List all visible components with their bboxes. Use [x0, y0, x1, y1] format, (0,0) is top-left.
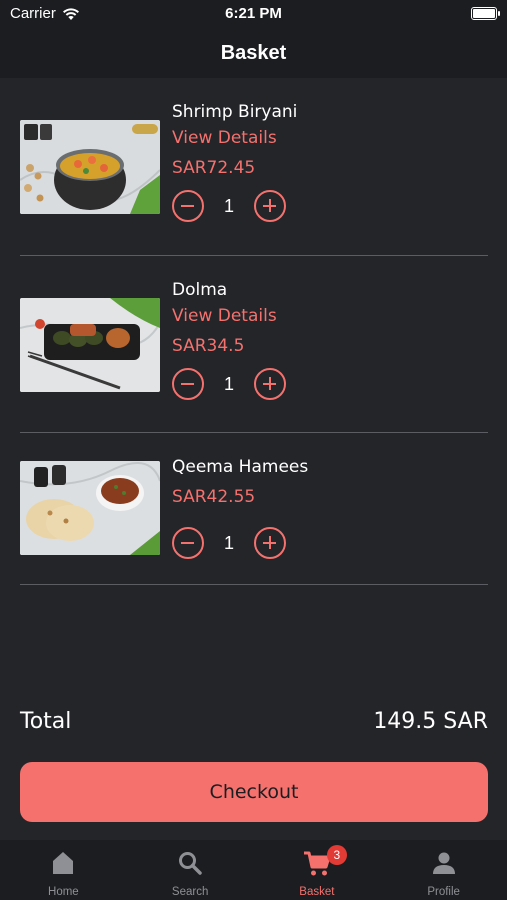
item-name: Qeema Hamees [172, 457, 309, 477]
home-icon [53, 852, 74, 874]
total-label: Total [20, 708, 72, 734]
tab-profile[interactable]: Profile [380, 840, 507, 900]
tab-label: Profile [427, 886, 460, 898]
search-icon [179, 852, 202, 875]
page-title: Basket [220, 41, 287, 64]
clock: 6:21 PM [225, 5, 282, 22]
tab-search[interactable]: Search [127, 840, 254, 900]
item-info: Dolma View Details SAR34.5 1 [172, 280, 286, 402]
decrease-button[interactable] [172, 190, 204, 222]
cart-icon-wrapper: 3 [302, 845, 347, 878]
item-info: Qeema Hamees SAR42.55 1 [172, 457, 308, 561]
basket-list: Shrimp Biryani View Details SAR72.45 1 D… [20, 78, 488, 585]
dolma-image [20, 298, 160, 392]
cart-badge: 3 [326, 845, 347, 865]
tab-bar: Home Search 3 Basket Profile [0, 840, 507, 900]
decrease-button[interactable] [172, 527, 204, 559]
item-info: Shrimp Biryani View Details SAR72.45 1 [172, 102, 297, 224]
tab-label: Home [48, 886, 79, 898]
battery-icon [471, 7, 500, 20]
basket-item: Shrimp Biryani View Details SAR72.45 1 [20, 78, 488, 256]
view-details-link[interactable]: View Details [172, 128, 297, 158]
minus-icon [181, 204, 194, 207]
view-details-link[interactable]: View Details [172, 306, 286, 336]
decrease-button[interactable] [172, 368, 204, 400]
basket-item: Dolma View Details SAR34.5 1 [20, 256, 488, 433]
item-price: SAR34.5 [172, 336, 245, 356]
quantity-value: 1 [223, 195, 234, 216]
increase-button[interactable] [254, 190, 286, 222]
quantity-stepper: 1 [172, 366, 286, 402]
navigation-bar: Basket [0, 28, 507, 78]
tab-label: Basket [299, 886, 335, 898]
quantity-value: 1 [223, 373, 234, 394]
total-value: 149.5 SAR [373, 708, 488, 734]
quantity-value: 1 [223, 532, 234, 553]
minus-icon [181, 541, 194, 544]
checkout-button[interactable]: Checkout [20, 762, 488, 822]
qeema-hamees-image [20, 461, 160, 555]
quantity-stepper: 1 [172, 525, 308, 561]
item-name: Shrimp Biryani [172, 102, 298, 122]
person-icon [432, 852, 455, 874]
increase-button[interactable] [254, 368, 286, 400]
basket-item: Qeema Hamees SAR42.55 1 [20, 433, 488, 585]
tab-label: Search [171, 886, 209, 898]
total-row: Total 149.5 SAR [20, 704, 488, 738]
item-name: Dolma [172, 280, 228, 300]
quantity-stepper: 1 [172, 188, 297, 224]
tab-home[interactable]: Home [0, 840, 127, 900]
shrimp-biryani-image [20, 120, 160, 214]
tab-basket[interactable]: 3 Basket [254, 840, 381, 900]
item-price: SAR42.55 [172, 487, 256, 507]
checkout-label: Checkout [209, 781, 299, 803]
status-bar: Carrier 6:21 PM [0, 0, 507, 28]
increase-button[interactable] [254, 527, 286, 559]
item-price: SAR72.45 [172, 158, 256, 178]
minus-icon [181, 382, 194, 385]
